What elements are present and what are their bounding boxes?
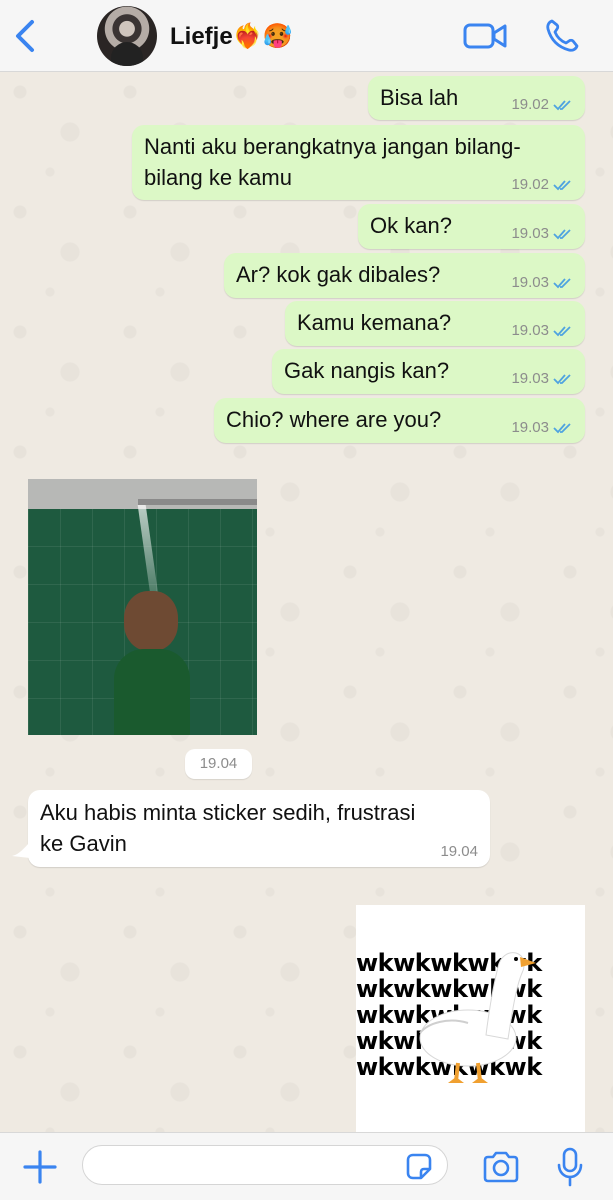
video-call-icon[interactable] — [463, 20, 507, 52]
crying-in-shower-sticker[interactable] — [28, 479, 257, 735]
camera-icon[interactable] — [482, 1151, 520, 1183]
message-meta: 19.02 — [511, 96, 573, 113]
message-meta: 19.03 — [511, 370, 573, 387]
message-meta: 19.02 — [511, 176, 573, 193]
chat-header: Liefje❤️‍🔥🥵 — [0, 0, 613, 72]
microphone-icon[interactable] — [556, 1147, 584, 1187]
shower-pipe — [138, 499, 257, 505]
plus-icon[interactable] — [22, 1149, 58, 1185]
message-meta: 19.03 — [511, 419, 573, 436]
message-time: 19.03 — [511, 225, 549, 242]
message-time: 19.03 — [511, 274, 549, 291]
message-bubble[interactable]: Ok kan? 19.03 — [358, 204, 585, 249]
message-composer — [0, 1132, 613, 1200]
message-text: Gak nangis kan? — [284, 358, 450, 383]
message-meta: 19.03 — [511, 322, 573, 339]
message-text: Chio? where are you? — [226, 407, 442, 432]
read-ticks-icon — [553, 228, 571, 239]
message-time: 19.02 — [511, 96, 549, 113]
message-bubble[interactable]: Bisa lah 19.02 — [368, 76, 585, 120]
message-meta: 19.03 — [511, 274, 573, 291]
read-ticks-icon — [553, 325, 571, 336]
duck-icon — [419, 952, 536, 1083]
message-bubble[interactable]: Chio? where are you? 19.03 — [214, 398, 585, 443]
message-text: Bisa lah — [380, 85, 459, 110]
chevron-left-icon[interactable] — [10, 18, 40, 54]
sticker-time: 19.04 — [185, 749, 252, 779]
read-ticks-icon — [553, 277, 571, 288]
crying-person-head — [124, 591, 178, 651]
message-bubble[interactable]: Ar? kok gak dibales? 19.03 — [224, 253, 585, 298]
bubble-tail-icon — [12, 842, 30, 858]
sticker-icon[interactable] — [404, 1152, 434, 1182]
chat-area[interactable]: Bisa lah 19.02 Nanti aku berangkatnya ja… — [0, 72, 613, 1132]
message-bubble[interactable]: Nanti aku berangkatnya jangan bilang- bi… — [132, 125, 585, 200]
duck-wkwk-sticker[interactable]: wkwkwkwkwk wkwkwkwkwk wkwkwkwkwk wkwkwkw… — [356, 905, 585, 1132]
contact-name[interactable]: Liefje❤️‍🔥🥵 — [170, 22, 292, 51]
phone-icon[interactable] — [544, 18, 580, 54]
read-ticks-icon — [553, 179, 571, 190]
read-ticks-icon — [553, 373, 571, 384]
message-time: 19.04 — [440, 843, 478, 860]
avatar[interactable] — [97, 6, 157, 66]
read-ticks-icon — [553, 99, 571, 110]
message-text: Ar? kok gak dibales? — [236, 262, 441, 287]
message-input[interactable] — [82, 1145, 448, 1185]
message-bubble[interactable]: Gak nangis kan? 19.03 — [272, 349, 585, 394]
crying-person-body — [114, 649, 190, 735]
message-text: Kamu kemana? — [297, 310, 452, 335]
message-meta: 19.04 — [440, 843, 478, 860]
message-meta: 19.03 — [511, 225, 573, 242]
message-text: Aku habis minta sticker sedih, frustrasi… — [40, 800, 416, 856]
message-bubble[interactable]: Aku habis minta sticker sedih, frustrasi… — [28, 790, 490, 867]
read-ticks-icon — [553, 422, 571, 433]
message-time: 19.03 — [511, 419, 549, 436]
message-time: 19.02 — [511, 176, 549, 193]
message-time: 19.03 — [511, 322, 549, 339]
message-time: 19.03 — [511, 370, 549, 387]
message-text: Ok kan? — [370, 213, 452, 238]
message-bubble[interactable]: Kamu kemana? 19.03 — [285, 301, 585, 346]
message-text: Nanti aku berangkatnya jangan bilang- bi… — [144, 134, 521, 190]
